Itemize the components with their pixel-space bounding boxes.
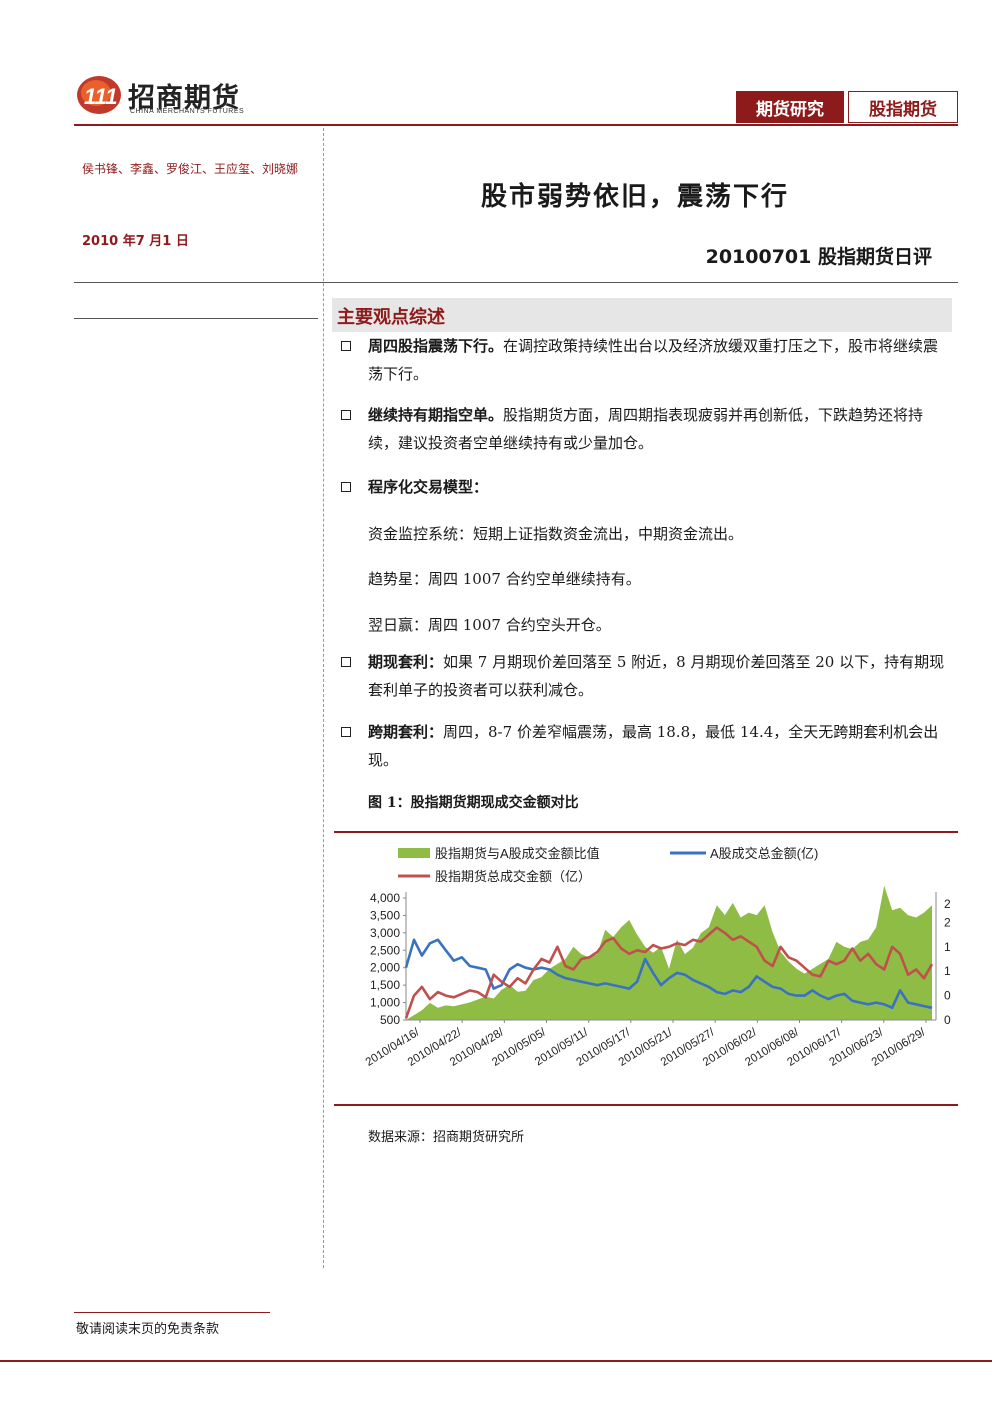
point-item: 周四股指震荡下行。在调控政策持续性出台以及经济放缓双重打压之下，股市将继续震荡下… — [368, 332, 953, 388]
model-line: 资金监控系统：短期上证指数资金流出，中期资金流出。 — [368, 525, 744, 543]
logo-english-name: CHINA MERCHANTS FUTURES — [130, 108, 245, 115]
turnover-chart: 股指期货与A股成交金额比值 A股成交总金额(亿) 股指期货总成交金额（亿） 4,… — [364, 846, 951, 1069]
y-tick-label-right: 0 — [944, 989, 951, 1003]
y-tick-label-left: 1,500 — [370, 978, 400, 992]
disclaimer-note: 敬请阅读末页的免责条款 — [76, 1322, 220, 1337]
y-tick-label-right: 1 — [944, 940, 951, 954]
model-line: 趋势星：周四 1007 合约空单继续持有。 — [368, 570, 641, 588]
legend-label: A股成交总金额(亿) — [710, 846, 818, 861]
point-body: 如果 7 月期现价差回落至 5 附近，8 月期现价差回落至 20 以下，持有期现… — [368, 653, 945, 699]
legend-label: 股指期货总成交金额（亿） — [435, 869, 591, 884]
point-heading: 继续持有期指空单。 — [368, 406, 504, 424]
tab-category[interactable]: 股指期货 — [848, 91, 958, 123]
tab-research[interactable]: 期货研究 — [736, 91, 844, 123]
publish-date: 2010 年7 月1 日 — [82, 234, 189, 249]
report-subtitle: 20100701 股指期货日评 — [705, 246, 932, 268]
footer-rule — [0, 1360, 992, 1362]
y-tick-label-left: 2,500 — [370, 943, 400, 957]
point-item: 继续持有期指空单。股指期货方面，周四期指表现疲弱并再创新低，下跌趋势还将持续，建… — [368, 401, 953, 457]
y-tick-label-left: 3,000 — [370, 926, 400, 940]
title-divider — [74, 282, 958, 283]
sidebar-divider — [74, 318, 318, 319]
y-tick-label-left: 2,000 — [370, 961, 400, 975]
point-item: 跨期套利：周四，8-7 价差窄幅震荡，最高 18.8，最低 14.4，全天无跨期… — [368, 718, 953, 774]
point-heading: 周四股指震荡下行。 — [368, 337, 504, 355]
point-body: 周四，8-7 价差窄幅震荡，最高 18.8，最低 14.4，全天无跨期套利机会出… — [368, 723, 939, 769]
point-heading: 期现套利： — [368, 653, 444, 671]
y-tick-label-left: 3,500 — [370, 908, 400, 922]
company-logo-icon: 111 — [77, 76, 121, 114]
bullet-checkbox-icon — [341, 410, 351, 420]
column-divider — [323, 128, 324, 1268]
y-tick-label-left: 500 — [380, 1013, 400, 1027]
plot-area: 4,000 3,500 3,000 2,500 2,000 1,500 1,000 500 2 2… — [364, 885, 951, 1069]
point-item: 期现套利：如果 7 月期现价差回落至 5 附近，8 月期现价差回落至 20 以下… — [368, 648, 953, 704]
data-source: 数据来源：招商期货研究所 — [368, 1130, 525, 1145]
model-line: 翌日赢：周四 1007 合约空头开仓。 — [368, 616, 611, 634]
bullet-checkbox-icon — [341, 341, 351, 351]
y-tick-label-right: 2 — [944, 897, 951, 911]
legend-swatch-area — [398, 848, 430, 858]
section-title: 主要观点综述 — [337, 307, 445, 328]
figure-bottom-rule — [334, 1104, 958, 1106]
figure-caption: 图 1：股指期货期现成交金额对比 — [368, 795, 579, 811]
y-tick-label-left: 4,000 — [370, 891, 400, 905]
figure-top-rule — [334, 831, 958, 833]
chart-legend: 股指期货与A股成交金额比值 A股成交总金额(亿) 股指期货总成交金额（亿） — [398, 846, 818, 884]
y-tick-label-right: 2 — [944, 915, 951, 929]
bullet-checkbox-icon — [341, 727, 351, 737]
author-list: 侯书锋、李鑫、罗俊江、王应玺、刘晓娜 — [82, 162, 299, 176]
report-title: 股市弱势依旧，震荡下行 — [480, 182, 789, 212]
point-item: 程序化交易模型： — [368, 473, 953, 501]
bullet-checkbox-icon — [341, 657, 351, 667]
footnote-rule — [74, 1312, 270, 1313]
header-divider — [74, 124, 958, 126]
y-tick-label-right: 0 — [944, 1013, 951, 1027]
svg-text:111: 111 — [84, 84, 117, 109]
point-heading: 跨期套利： — [368, 723, 444, 741]
y-tick-label-left: 1,000 — [370, 996, 400, 1010]
point-heading: 程序化交易模型： — [368, 478, 489, 496]
y-tick-label-right: 1 — [944, 964, 951, 978]
legend-label: 股指期货与A股成交金额比值 — [435, 846, 600, 861]
bullet-checkbox-icon — [341, 482, 351, 492]
